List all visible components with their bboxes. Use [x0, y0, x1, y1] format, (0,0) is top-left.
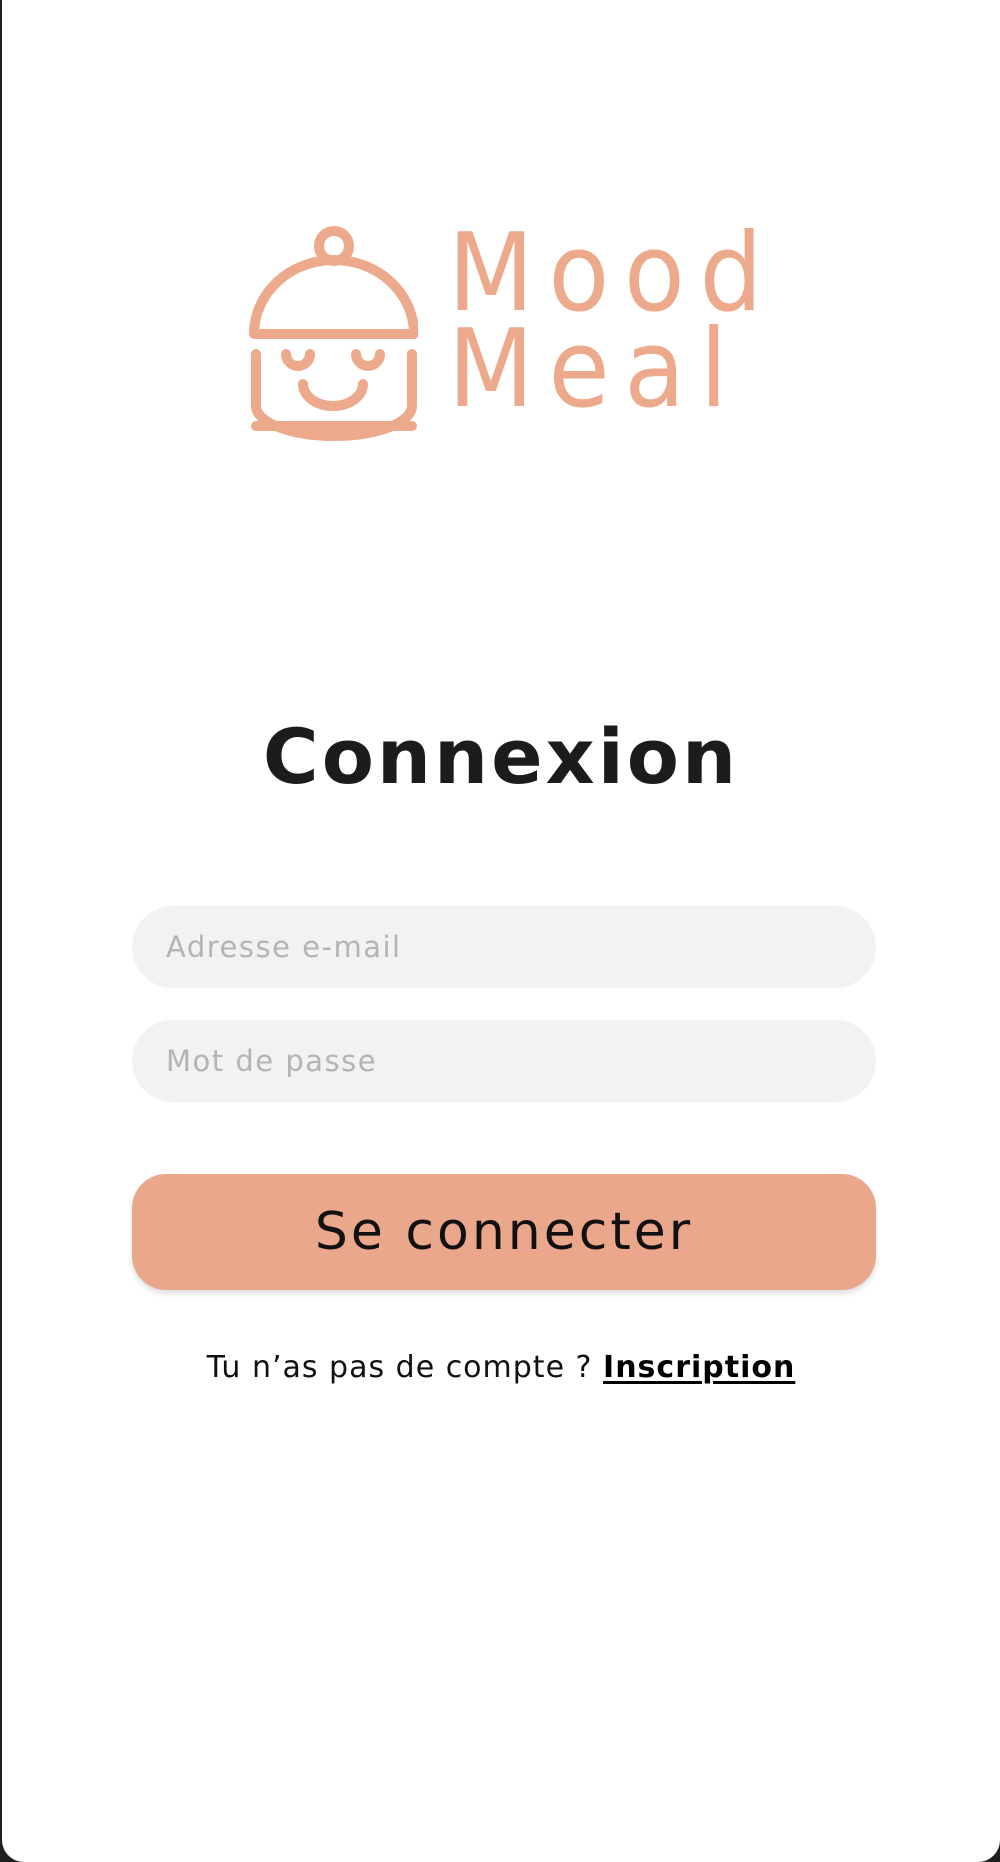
signup-prompt-text: Tu n’as pas de compte ?	[206, 1350, 593, 1385]
smiling-cloche-icon	[249, 226, 418, 441]
app-logo: Mood Meal	[248, 220, 763, 442]
signup-prompt-row: Tu n’as pas de compte ? Inscription	[2, 1346, 1000, 1390]
brand-wordmark: Mood Meal	[448, 220, 806, 432]
page-title: Connexion	[262, 712, 740, 801]
brand-name-line2: Meal	[448, 307, 743, 432]
login-button[interactable]: Se connecter	[132, 1174, 876, 1290]
signup-link[interactable]: Inscription	[603, 1350, 795, 1385]
login-screen: Mood Meal Connexion Se connecter Tu n’as…	[2, 0, 1000, 1862]
password-field[interactable]	[132, 1020, 876, 1102]
email-field[interactable]	[132, 906, 876, 988]
